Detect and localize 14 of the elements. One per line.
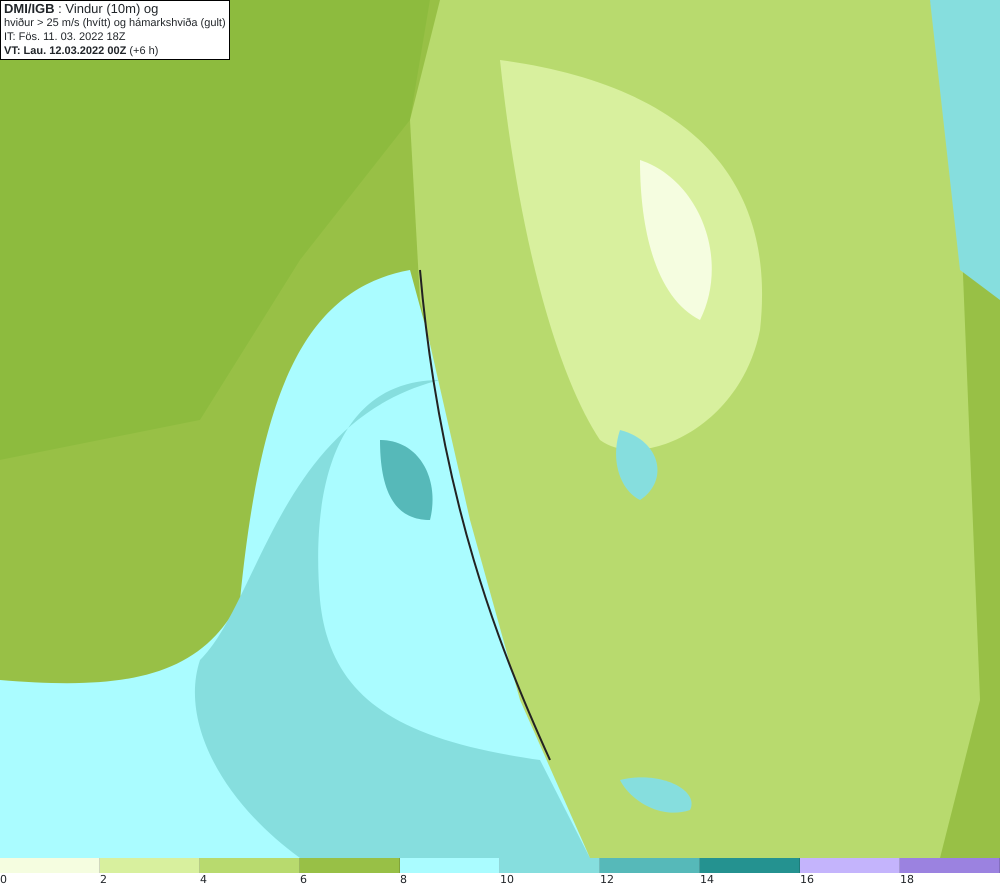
legend-tick-label: 0 — [0, 873, 7, 887]
title-line: hviður > 25 m/s (hvítt) og hámarkshviða (gult) — [4, 16, 226, 30]
legend-tick-label: 6 — [300, 873, 307, 887]
title-line: IT: Fös. 11. 03. 2022 18Z — [4, 30, 126, 44]
title-line: VT: Lau. 12.03.2022 00Z (+6 h) — [4, 44, 160, 58]
title-line: DMI/IGB : Vindur (10m) og — [4, 2, 160, 16]
legend-tick-label: 12 — [600, 873, 614, 887]
legend-tick-label: 14 — [700, 873, 714, 887]
legend-tick-label: 18 — [900, 873, 914, 887]
legend-tick-label: 4 — [200, 873, 207, 887]
legend-tick-label: 8 — [400, 873, 407, 887]
legend-tick-label: 2 — [100, 873, 107, 887]
legend-tick-label: 10 — [500, 873, 514, 887]
legend-tick-label: 16 — [800, 873, 814, 887]
